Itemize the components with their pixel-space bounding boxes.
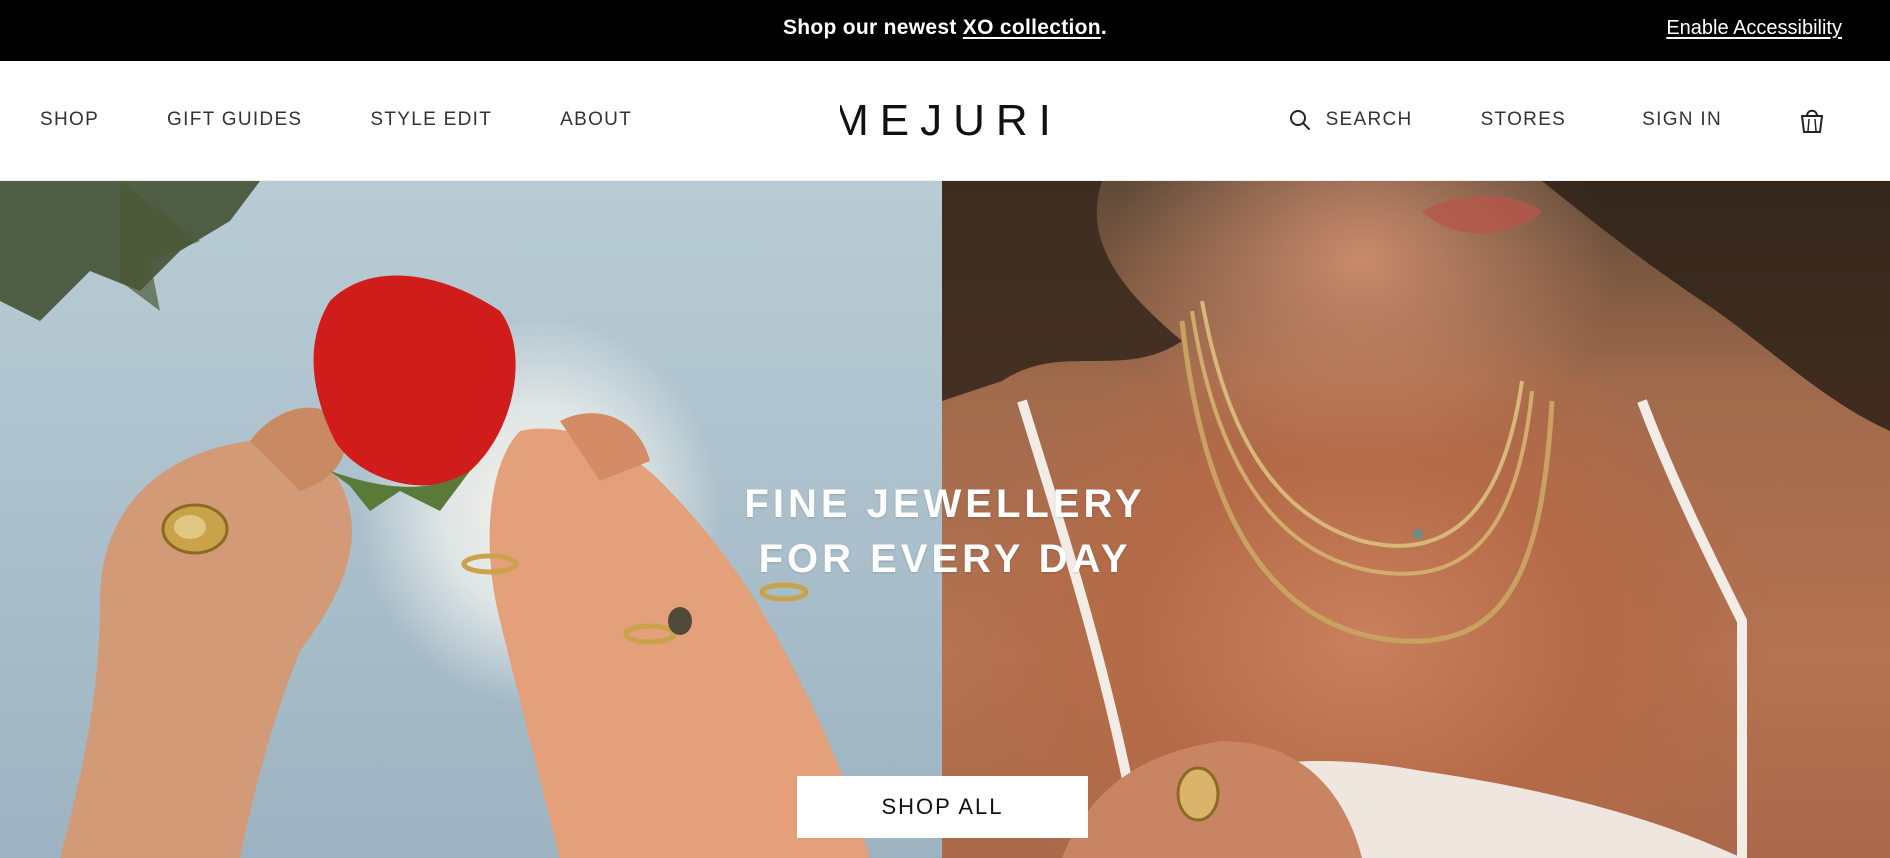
hero-banner: FINE JEWELLERY FOR EVERY DAY SHOP ALL	[0, 181, 1890, 858]
hero-heading-line-1: FINE JEWELLERY	[744, 482, 1146, 526]
shop-all-button[interactable]: SHOP ALL	[797, 776, 1088, 838]
svg-text:MEJURI: MEJURI	[840, 97, 1054, 143]
nav-gift-guides[interactable]: GIFT GUIDES	[167, 109, 302, 131]
enable-accessibility-link[interactable]: Enable Accessibility	[1666, 17, 1842, 40]
announcement-bar: Shop our newest XO collection. Enable Ac…	[0, 0, 1890, 61]
sign-in-link[interactable]: SIGN IN	[1642, 109, 1722, 131]
search-label: SEARCH	[1325, 109, 1413, 130]
xo-collection-link[interactable]: XO collection	[963, 16, 1101, 39]
announcement-message: Shop our newest XO collection.	[0, 16, 1890, 40]
mejuri-logo[interactable]: MEJURI	[840, 97, 1054, 143]
hero-heading-line-2: FOR EVERY DAY	[758, 537, 1132, 581]
announcement-prefix: Shop our newest	[782, 16, 963, 39]
shopping-bag-icon[interactable]	[1798, 105, 1826, 135]
nav-style-edit[interactable]: STYLE EDIT	[370, 109, 492, 131]
stores-link[interactable]: STORES	[1481, 109, 1567, 131]
utility-nav: SEARCH STORES SIGN IN	[1288, 105, 1826, 135]
search-icon	[1289, 110, 1310, 130]
nav-shop[interactable]: SHOP	[40, 109, 99, 131]
site-header: SHOP GIFT GUIDES STYLE EDIT ABOUT MEJURI…	[0, 61, 1890, 181]
hero-heading: FINE JEWELLERY FOR EVERY DAY	[0, 477, 1890, 587]
announcement-suffix: .	[1100, 16, 1108, 39]
primary-nav: SHOP GIFT GUIDES STYLE EDIT ABOUT	[40, 109, 632, 131]
search-button[interactable]: SEARCH	[1288, 108, 1413, 132]
nav-about[interactable]: ABOUT	[560, 109, 632, 131]
